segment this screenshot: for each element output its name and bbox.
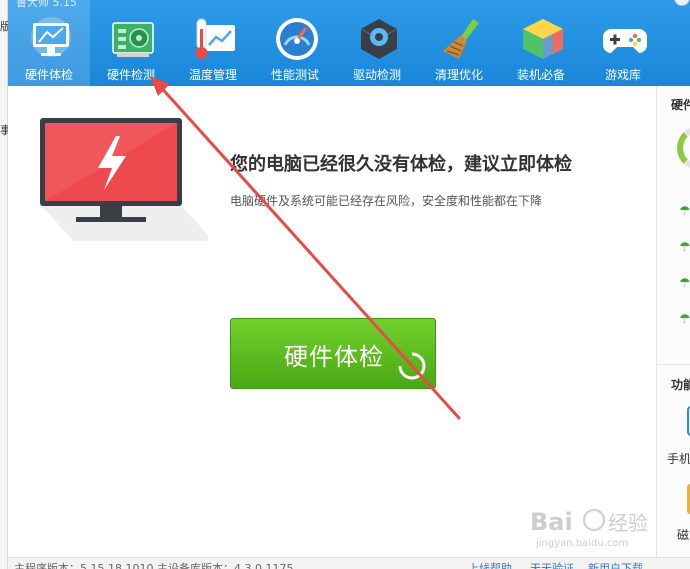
disk-function-label[interactable]: 磁	[677, 526, 689, 543]
umbrella-icon: ☂	[679, 276, 690, 291]
functions-section-title: 功能	[671, 378, 690, 392]
status-link[interactable]: 新用户下载	[588, 560, 643, 569]
panel-divider	[657, 364, 690, 365]
baidu-jingyan-watermark: Bai 经验 jingyan.baidu.com	[530, 508, 648, 549]
svg-text:jingyan.baidu.com: jingyan.baidu.com	[535, 538, 628, 549]
tab-label: 温度管理	[188, 68, 237, 82]
page-headline: 您的电脑已经很久没有体检，建议立即体检	[230, 154, 572, 175]
speedometer-icon	[276, 18, 318, 60]
tab-driver-detect[interactable]: 驱动检测	[336, 0, 418, 86]
tab-hardware-detect[interactable]: 硬件检测	[90, 0, 172, 86]
tab-game-library[interactable]: 游戏库	[582, 0, 664, 86]
tab-install-essentials[interactable]: 装机必备	[500, 0, 582, 86]
svg-text:Bai: Bai	[530, 508, 573, 536]
tab-temperature[interactable]: 温度管理	[172, 0, 254, 86]
tab-label: 驱动检测	[352, 68, 401, 82]
status-link[interactable]: 天天验证	[530, 560, 574, 569]
version-info: 主程序版本：5.15.18.1010 主设备库版本：4.3.0.1175	[14, 562, 294, 569]
umbrella-icon: ☂	[679, 312, 690, 327]
software-cube-icon	[523, 19, 563, 59]
tab-label: 游戏库	[604, 68, 641, 82]
page-subline: 电脑硬件及系统可能已经存在风险，安全度和性能都在下降	[230, 194, 543, 208]
start-checkup-button[interactable]: 硬件体检	[230, 318, 436, 389]
umbrella-icon: ☂	[679, 204, 690, 219]
tab-label: 装机必备	[516, 68, 565, 82]
hardware-check-monitor-icon	[31, 17, 71, 57]
thermometer-icon	[195, 18, 235, 59]
hardware-section-title: 硬件	[671, 98, 690, 112]
tab-label: 清理优化	[434, 68, 483, 82]
umbrella-icon: ☂	[679, 240, 690, 255]
driver-gear-icon	[360, 19, 398, 59]
monitor-warning-icon	[40, 118, 208, 241]
svg-text:经验: 经验	[608, 511, 648, 535]
checkup-panel: 您的电脑已经很久没有体检，建议立即体检 电脑硬件及系统可能已经存在风险，安全度和…	[8, 86, 656, 557]
gamepad-icon	[603, 29, 647, 53]
score-ring-icon	[677, 126, 690, 170]
tab-hardware-checkup[interactable]: 硬件体检	[8, 0, 90, 86]
window-control-button[interactable]	[674, 0, 690, 6]
tab-clean-optimize[interactable]: 清理优化	[418, 0, 500, 86]
status-bar: 主程序版本：5.15.18.1010 主设备库版本：4.3.0.1175 上线帮…	[8, 557, 690, 569]
broom-icon	[443, 19, 479, 59]
tab-label: 性能测试	[270, 68, 319, 82]
tab-label: 硬件体检	[24, 68, 73, 82]
main-toolbar: 鲁大师 5.15 硬件体检 硬件检测 温度管理 性能测试 驱动检测 清理优化 装…	[8, 0, 690, 86]
circuit-board-icon	[112, 22, 154, 57]
phone-function-label[interactable]: 手机	[667, 450, 690, 467]
tab-label: 硬件检测	[106, 68, 155, 82]
tab-performance-test[interactable]: 性能测试	[254, 0, 336, 86]
background-window-strip: 版 事	[0, 0, 11, 569]
right-side-panel: 硬件 ☂ ☂ ☂ ☂ 功能 手机 磁	[656, 86, 690, 557]
status-link[interactable]: 上线帮助	[468, 560, 512, 569]
loading-spinner-icon	[398, 352, 426, 380]
